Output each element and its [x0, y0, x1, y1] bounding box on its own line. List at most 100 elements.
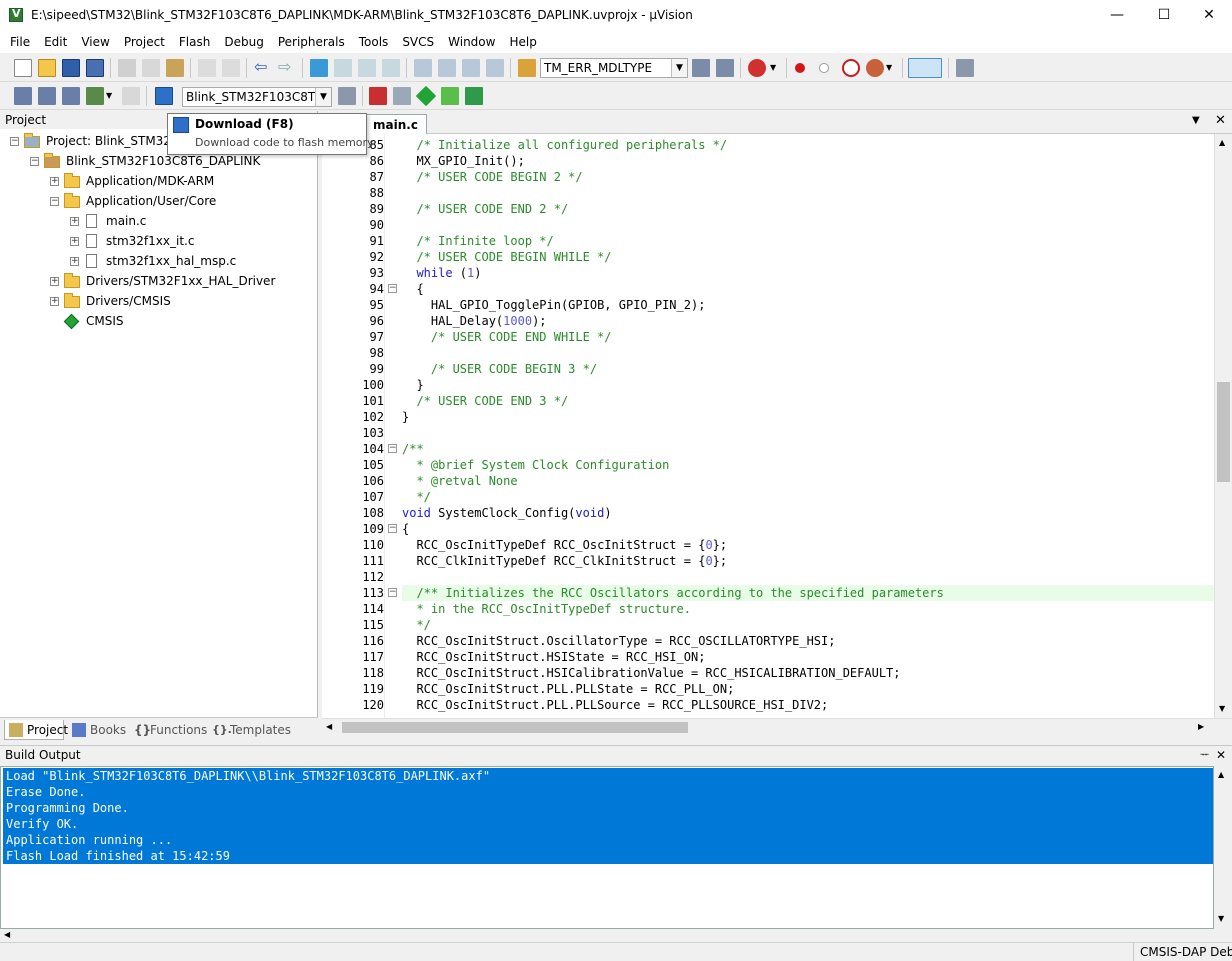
options-for-target-icon[interactable] [338, 87, 356, 105]
expand-icon[interactable]: + [70, 237, 79, 246]
debug-session-icon[interactable] [748, 59, 766, 77]
save-icon[interactable] [62, 59, 80, 77]
insert-breakpoint-icon[interactable] [795, 63, 805, 73]
tree-item[interactable]: + main.c [0, 211, 316, 231]
tree-item[interactable]: CMSIS [0, 311, 316, 331]
incremental-find-icon[interactable] [716, 59, 734, 77]
build-output-scrollbar[interactable]: ▲ ▼ [1214, 766, 1232, 929]
menu-edit[interactable]: Edit [37, 35, 74, 49]
scroll-up-icon[interactable]: ▲ [1218, 770, 1224, 779]
scroll-thumb[interactable] [1217, 382, 1230, 482]
fold-toggle-icon[interactable]: − [388, 284, 397, 293]
scroll-left-icon[interactable]: ◀ [326, 722, 332, 731]
navigate-back-icon[interactable]: ⇦ [254, 59, 272, 77]
tree-item[interactable]: + stm32f1xx_it.c [0, 231, 316, 251]
close-editor-icon[interactable]: ✕ [1215, 113, 1226, 128]
build-output-window[interactable]: Load "Blink_STM32F103C8T6_DAPLINK\\Blink… [0, 766, 1214, 929]
tree-item[interactable]: − Application/User/Core [0, 191, 316, 211]
find-icon[interactable] [692, 59, 710, 77]
comment-icon[interactable] [462, 59, 480, 77]
select-packs-icon[interactable] [393, 87, 411, 105]
scroll-thumb[interactable] [342, 722, 688, 733]
expand-icon[interactable]: + [70, 217, 79, 226]
maximize-button[interactable]: ☐ [1141, 0, 1187, 31]
target-combo[interactable]: Blink_STM32F103C8T6_D ▼ [182, 87, 332, 107]
tab-functions[interactable]: {} Functions [130, 720, 207, 740]
chevron-down-icon[interactable]: ▼ [106, 87, 116, 105]
menu-debug[interactable]: Debug [217, 35, 270, 49]
disable-breakpoint-icon[interactable] [819, 63, 829, 73]
build-icon[interactable] [38, 87, 56, 105]
expand-icon[interactable]: + [50, 297, 59, 306]
menu-tools[interactable]: Tools [352, 35, 396, 49]
open-folder-icon[interactable] [38, 59, 56, 77]
minimize-button[interactable]: — [1094, 0, 1140, 31]
new-file-icon[interactable] [14, 59, 32, 77]
menu-window[interactable]: Window [441, 35, 502, 49]
tab-books[interactable]: Books [68, 720, 128, 740]
next-bookmark-icon[interactable] [358, 59, 376, 77]
scroll-down-icon[interactable]: ▼ [1218, 914, 1224, 923]
tab-templates[interactable]: {}. Templates [208, 720, 291, 740]
undo-icon[interactable] [198, 59, 216, 77]
menu-flash[interactable]: Flash [172, 35, 217, 49]
scroll-down-icon[interactable]: ▼ [1219, 704, 1225, 713]
redo-icon[interactable] [222, 59, 240, 77]
tree-item[interactable]: + Drivers/CMSIS [0, 291, 316, 311]
scroll-left-icon[interactable]: ◀ [4, 930, 10, 939]
tab-project[interactable]: Project [4, 720, 68, 740]
copy-icon[interactable] [142, 59, 160, 77]
scroll-right-icon[interactable]: ▶ [1198, 722, 1204, 731]
expand-icon[interactable]: + [50, 277, 59, 286]
fold-toggle-icon[interactable]: − [388, 444, 397, 453]
find-combo[interactable]: TM_ERR_MDLTYPE ▼ [540, 58, 688, 78]
download-load-icon[interactable] [155, 87, 173, 105]
uncomment-icon[interactable] [486, 59, 504, 77]
tree-item[interactable]: + stm32f1xx_hal_msp.c [0, 251, 316, 271]
rebuild-icon[interactable] [62, 87, 80, 105]
pack-installer-icon[interactable] [441, 87, 459, 105]
menu-file[interactable]: File [3, 35, 37, 49]
paste-icon[interactable] [166, 59, 184, 77]
breakpoint-options-icon[interactable] [866, 59, 884, 77]
tab-list-dropdown-icon[interactable]: ▼ [1192, 115, 1200, 126]
tab-main-c[interactable]: main.c [366, 114, 427, 134]
manage-run-time-environment-icon[interactable] [415, 85, 437, 107]
menu-help[interactable]: Help [502, 35, 543, 49]
batch-build-icon[interactable] [86, 87, 104, 105]
code-editor[interactable]: 85 86 87 88 89 90 91 92 93 94 95 96 97 98 99 100 101 102 1… [322, 134, 1214, 718]
save-all-icon[interactable] [86, 59, 104, 77]
install-icon[interactable] [465, 87, 483, 105]
indent-icon[interactable] [414, 59, 432, 77]
menu-view[interactable]: View [74, 35, 116, 49]
chevron-down-icon[interactable]: ▼ [671, 59, 687, 77]
menu-project[interactable]: Project [117, 35, 172, 49]
collapse-icon[interactable]: − [30, 157, 39, 166]
expand-icon[interactable]: + [70, 257, 79, 266]
translate-icon[interactable] [14, 87, 32, 105]
chevron-down-icon[interactable]: ▼ [886, 59, 896, 77]
close-button[interactable]: ✕ [1186, 0, 1232, 31]
fold-toggle-icon[interactable]: − [388, 588, 397, 597]
build-output-hscrollbar[interactable]: ◀ [0, 929, 1214, 942]
collapse-icon[interactable]: − [50, 197, 59, 206]
collapse-icon[interactable]: − [10, 137, 19, 146]
chevron-down-icon[interactable]: ▼ [770, 59, 780, 77]
editor-horizontal-scrollbar[interactable]: ◀ ▶ [322, 718, 1232, 736]
clear-bookmarks-icon[interactable] [382, 59, 400, 77]
pin-icon[interactable]: ᅲ [1200, 746, 1209, 765]
navigate-forward-icon[interactable]: ⇨ [278, 59, 296, 77]
tree-item[interactable]: + Drivers/STM32F1xx_HAL_Driver [0, 271, 316, 291]
expand-icon[interactable]: + [50, 177, 59, 186]
bookmark-icon[interactable] [310, 59, 328, 77]
editor-vertical-scrollbar[interactable]: ▲ ▼ [1214, 134, 1232, 718]
window-layout-icon[interactable] [908, 58, 942, 78]
configure-wrench-icon[interactable] [956, 59, 974, 77]
kill-breakpoints-icon[interactable] [842, 59, 860, 77]
find-in-files-icon[interactable] [518, 59, 536, 77]
menu-peripherals[interactable]: Peripherals [271, 35, 352, 49]
chevron-down-icon[interactable]: ▼ [315, 88, 331, 106]
close-panel-icon[interactable]: ✕ [1216, 746, 1226, 765]
cut-icon[interactable] [118, 59, 136, 77]
tree-item[interactable]: + Application/MDK-ARM [0, 171, 316, 191]
